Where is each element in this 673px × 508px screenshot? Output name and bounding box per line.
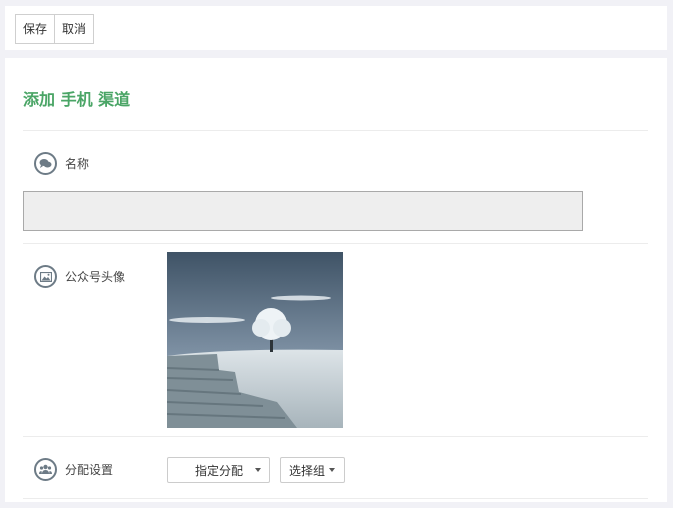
caret-down-icon — [255, 468, 262, 472]
toolbar: 保存 取消 — [5, 6, 667, 50]
avatar-image[interactable] — [167, 252, 343, 428]
name-input[interactable] — [23, 191, 583, 231]
users-group-icon — [34, 458, 57, 481]
divider — [23, 436, 648, 437]
avatar-label: 公众号头像 — [65, 270, 126, 284]
assign-label: 分配设置 — [65, 463, 114, 477]
name-row-label: 名称 — [34, 152, 89, 175]
assign-mode-select[interactable]: 指定分配 — [167, 457, 270, 483]
cancel-button[interactable]: 取消 — [55, 14, 95, 44]
divider — [23, 130, 648, 131]
divider — [23, 498, 648, 499]
toolbar-button-group: 保存 取消 — [15, 14, 95, 44]
caret-down-icon — [329, 468, 336, 472]
select-group-label: 选择组 — [289, 463, 326, 478]
avatar-row-label: 公众号头像 — [34, 265, 125, 288]
name-label: 名称 — [65, 157, 90, 171]
add-channel-panel: 添加 手机 渠道 名称 公众号头像 分配设置 指定分配 选择组 — [5, 58, 667, 502]
page-title: 添加 手机 渠道 — [23, 90, 131, 109]
chat-bubble-icon — [34, 152, 57, 175]
assign-row-label: 分配设置 — [34, 458, 113, 481]
assign-mode-value: 指定分配 — [195, 463, 244, 478]
image-icon — [34, 265, 57, 288]
divider — [23, 243, 648, 244]
save-button[interactable]: 保存 — [15, 14, 56, 44]
select-group-button[interactable]: 选择组 — [280, 457, 345, 483]
